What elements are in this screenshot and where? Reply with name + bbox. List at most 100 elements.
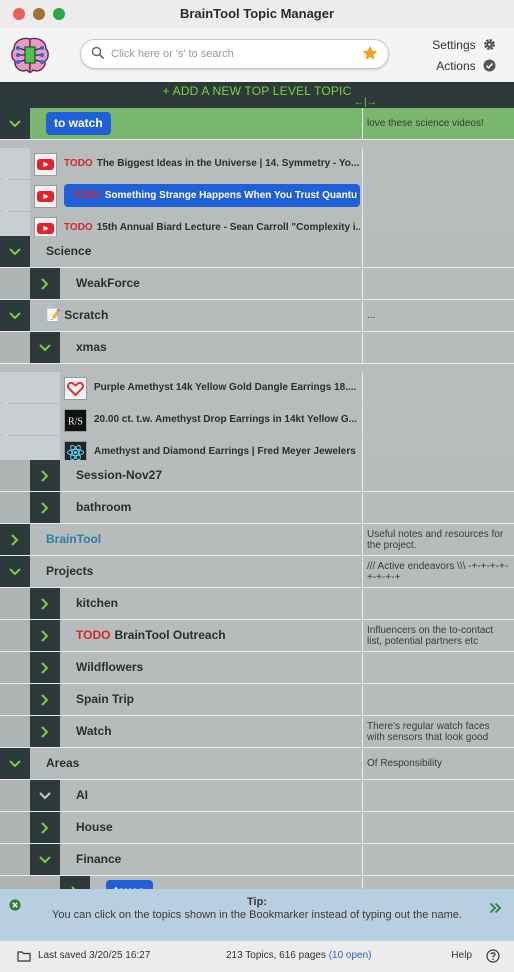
item-label-cell[interactable]: AI: [76, 780, 360, 811]
expand-toggle[interactable]: [30, 620, 60, 651]
item-label-cell[interactable]: Session-Nov27: [76, 460, 360, 491]
item-label-cell[interactable]: xmas: [76, 332, 360, 363]
topic-row[interactable]: Wildflowers: [0, 652, 514, 684]
item-label-cell[interactable]: bathroom: [76, 492, 360, 523]
topic-row[interactable]: TODO BrainTool Outreach Influencers on the…: [0, 620, 514, 652]
expand-toggle[interactable]: [30, 460, 60, 491]
topic-note[interactable]: [367, 844, 510, 875]
folder-icon[interactable]: [17, 950, 31, 962]
topic-note[interactable]: Useful notes and resources for the proje…: [367, 524, 510, 555]
topic-row[interactable]: Watch There's regular watch faces with se…: [0, 716, 514, 748]
topic-row[interactable]: House: [0, 812, 514, 844]
next-tip-icon[interactable]: [489, 902, 502, 914]
topic-note[interactable]: [367, 652, 510, 683]
topic-row[interactable]: Areas Of Responsibility: [0, 748, 514, 780]
topic-row[interactable]: Projects /// Active endeavors \\\ -+-+-+-…: [0, 556, 514, 588]
help-icon[interactable]: [486, 949, 500, 963]
page-row[interactable]: R/S 20.00 ct. t.w. Amethyst Drop Earrings…: [0, 404, 363, 436]
star-icon[interactable]: [362, 45, 378, 61]
expand-toggle[interactable]: [30, 588, 60, 619]
expand-toggle[interactable]: [30, 332, 60, 363]
item-label-cell[interactable]: TODO BrainTool Outreach: [76, 620, 360, 651]
expand-toggle[interactable]: [60, 876, 90, 889]
item-label-cell[interactable]: Spain Trip: [76, 684, 360, 715]
item-label-cell[interactable]: Watch: [76, 716, 360, 747]
topic-row[interactable]: WeakForce: [0, 268, 514, 300]
topic-row[interactable]: xmas: [0, 332, 514, 364]
item-label-cell[interactable]: Science: [46, 236, 360, 267]
item-label-cell[interactable]: House: [76, 812, 360, 843]
expand-toggle[interactable]: [0, 524, 30, 555]
topic-note[interactable]: [367, 460, 510, 491]
item-label-cell[interactable]: 20.00 ct. t.w. Amethyst Drop Earrings in…: [94, 404, 360, 435]
item-label-cell[interactable]: Wildflowers: [76, 652, 360, 683]
topic-note[interactable]: [367, 268, 510, 299]
topic-note[interactable]: [367, 684, 510, 715]
topic-row[interactable]: Finance: [0, 844, 514, 876]
expand-toggle[interactable]: [30, 684, 60, 715]
column-resize-handle[interactable]: ←|→: [354, 98, 377, 108]
item-label-cell[interactable]: 📝 Scratch: [46, 300, 360, 331]
selected-item-label[interactable]: TODO Something Strange Happens When You T…: [64, 184, 360, 207]
topic-row[interactable]: BrainTool Useful notes and resources for …: [0, 524, 514, 556]
topic-row[interactable]: taxes: [0, 876, 514, 889]
topic-row[interactable]: 📝 Scratch...: [0, 300, 514, 332]
expand-toggle[interactable]: [30, 812, 60, 843]
topic-row[interactable]: to watch love these science videos!: [0, 108, 514, 140]
open-pages-link[interactable]: (10 open): [329, 950, 372, 961]
topic-row[interactable]: Science: [0, 236, 514, 268]
topic-note[interactable]: [367, 492, 510, 523]
expand-toggle[interactable]: [30, 652, 60, 683]
topic-note[interactable]: love these science videos!: [367, 108, 510, 139]
item-label-cell[interactable]: Areas: [46, 748, 360, 779]
search-input[interactable]: [109, 44, 353, 64]
expand-toggle[interactable]: [0, 556, 30, 587]
topic-row[interactable]: Spain Trip: [0, 684, 514, 716]
topic-note[interactable]: There's regular watch faces with sensors…: [367, 716, 510, 747]
topic-note[interactable]: [367, 236, 510, 267]
item-label-cell[interactable]: BrainTool: [46, 524, 360, 555]
selected-item-label[interactable]: to watch: [46, 112, 111, 135]
indent-cell: [0, 620, 30, 651]
topic-row[interactable]: kitchen: [0, 588, 514, 620]
topic-note[interactable]: ...: [367, 300, 510, 331]
item-label-cell[interactable]: Purple Amethyst 14k Yellow Gold Dangle E…: [94, 372, 360, 403]
topic-note[interactable]: [367, 780, 510, 811]
topic-row[interactable]: bathroom: [0, 492, 514, 524]
expand-toggle[interactable]: [0, 748, 30, 779]
expand-toggle[interactable]: [0, 236, 30, 267]
item-label: bathroom: [76, 500, 132, 514]
indent-cell: [0, 812, 30, 843]
page-row[interactable]: Purple Amethyst 14k Yellow Gold Dangle E…: [0, 372, 363, 404]
selected-item-label[interactable]: taxes: [106, 880, 153, 889]
expand-toggle[interactable]: [0, 108, 30, 139]
expand-toggle[interactable]: [30, 268, 60, 299]
topic-note[interactable]: /// Active endeavors \\\ -+-+-+-+-+-+-+-…: [367, 556, 510, 587]
status-footer: Last saved 3/20/25 16:27 213 Topics, 616…: [0, 941, 514, 972]
topic-row[interactable]: AI: [0, 780, 514, 812]
settings-button[interactable]: Settings: [432, 37, 496, 52]
actions-button[interactable]: Actions: [436, 58, 496, 73]
item-label-cell[interactable]: Projects: [46, 556, 360, 587]
add-top-level-topic-button[interactable]: + ADD A NEW TOP LEVEL TOPIC: [163, 83, 352, 99]
page-row[interactable]: TODO Something Strange Happens When You T…: [0, 180, 363, 212]
expand-toggle[interactable]: [30, 492, 60, 523]
topic-note[interactable]: [367, 332, 510, 363]
help-link[interactable]: Help: [451, 950, 472, 961]
page-row[interactable]: TODO The Biggest Ideas in the Universe | …: [0, 148, 363, 180]
topic-note[interactable]: [367, 812, 510, 843]
topic-note[interactable]: [367, 876, 510, 889]
expand-toggle[interactable]: [30, 780, 60, 811]
topic-note[interactable]: Of Responsibility: [367, 748, 510, 779]
item-label-cell[interactable]: WeakForce: [76, 268, 360, 299]
topic-note[interactable]: Influencers on the to-contact list, pote…: [367, 620, 510, 651]
expand-toggle[interactable]: [30, 716, 60, 747]
expand-toggle[interactable]: [0, 300, 30, 331]
search-box[interactable]: [80, 39, 389, 69]
item-label-cell[interactable]: TODO The Biggest Ideas in the Universe | …: [64, 148, 360, 179]
topic-row[interactable]: Session-Nov27: [0, 460, 514, 492]
topic-note[interactable]: [367, 588, 510, 619]
expand-toggle[interactable]: [30, 844, 60, 875]
item-label-cell[interactable]: kitchen: [76, 588, 360, 619]
item-label-cell[interactable]: Finance: [76, 844, 360, 875]
